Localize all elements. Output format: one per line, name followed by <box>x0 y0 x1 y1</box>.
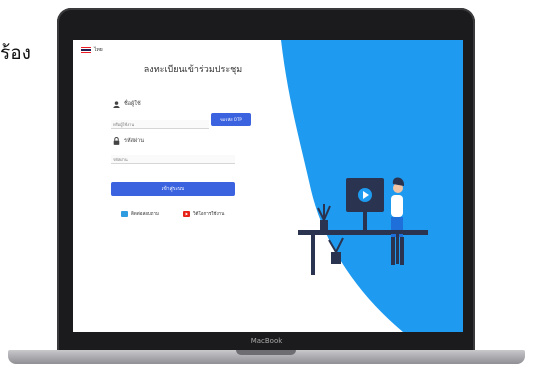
laptop-notch <box>236 350 296 355</box>
language-selector[interactable]: ไทย <box>81 46 103 54</box>
username-label: ชื่อผู้ใช้ <box>113 100 141 108</box>
video-link[interactable]: วิดีโอการใช้งาน <box>183 210 224 217</box>
password-label-text: รหัสผ่าน <box>124 138 145 144</box>
user-icon <box>113 100 120 108</box>
plant-icon <box>320 220 328 230</box>
contact-link[interactable]: ติดต่อสอบถาม <box>121 210 159 217</box>
partial-heading-text: ร้อง <box>0 42 31 64</box>
request-otp-button[interactable]: ขอรหัส OTP <box>211 113 251 126</box>
laptop-brand: MacBook <box>250 337 283 345</box>
laptop-screen: ไทย ลงทะเบียนเข้าร่วมประชุม ชื่อผู้ใช้ ห… <box>73 40 463 332</box>
language-label: ไทย <box>94 47 103 53</box>
username-input[interactable]: หรือผู้ใช้งาน <box>111 120 209 129</box>
lock-icon <box>113 137 120 145</box>
login-button[interactable]: เข้าสู่ระบบ <box>111 182 235 196</box>
thai-flag-icon <box>81 47 91 53</box>
contact-link-text: ติดต่อสอบถาม <box>131 212 159 217</box>
password-input[interactable]: รหัสผ่าน <box>111 155 235 164</box>
username-label-text: ชื่อผู้ใช้ <box>124 101 141 107</box>
password-label: รหัสผ่าน <box>113 137 144 145</box>
video-link-text: วิดีโอการใช้งาน <box>193 212 225 217</box>
chat-icon <box>121 210 128 217</box>
chair-icon <box>387 230 409 234</box>
page-title: ลงทะเบียนเข้าร่วมประชุม <box>143 65 243 75</box>
youtube-icon <box>183 210 190 217</box>
